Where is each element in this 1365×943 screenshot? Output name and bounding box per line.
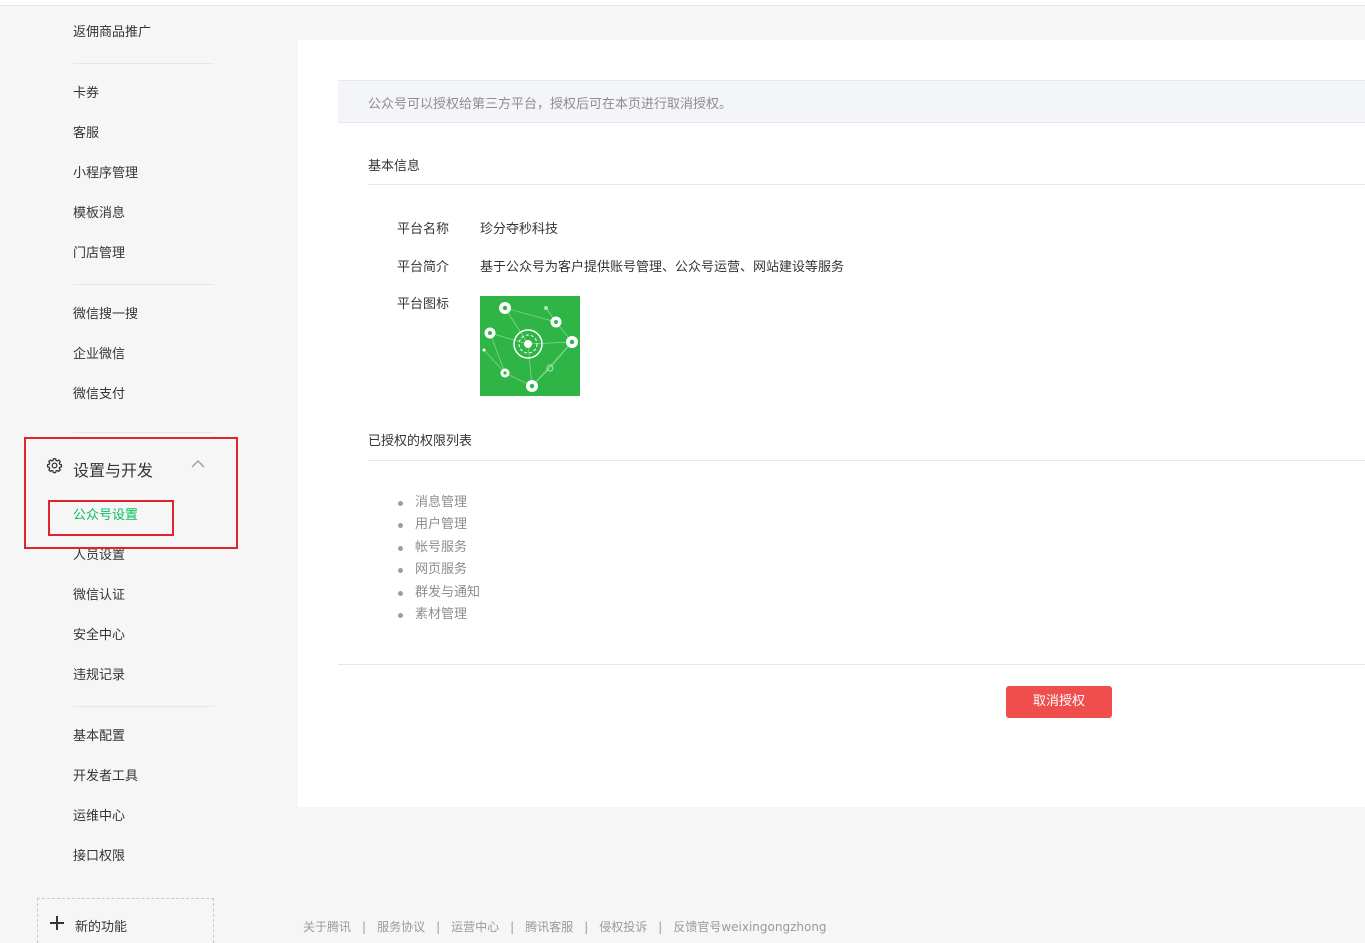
sidebar-item-api-permissions[interactable]: 接口权限	[73, 849, 125, 865]
sidebar-item-security[interactable]: 安全中心	[73, 628, 125, 644]
footer-link-infringement[interactable]: 侵权投诉	[599, 920, 647, 934]
platform-name-value: 珍分夺秒科技	[480, 222, 559, 237]
permissions-title: 已授权的权限列表	[368, 434, 473, 449]
sidebar-item-wechat-search[interactable]: 微信搜一搜	[73, 307, 138, 323]
sidebar-item-personnel[interactable]: 人员设置	[73, 548, 125, 564]
sidebar-item-customer-service[interactable]: 客服	[73, 126, 99, 142]
permissions-list: 消息管理 用户管理 帐号服务 网页服务 群发与通知 素材管理	[398, 492, 480, 626]
sidebar-item-template-message[interactable]: 模板消息	[73, 206, 125, 222]
footer-separator: |	[362, 920, 367, 934]
sidebar-item-ops-center[interactable]: 运维中心	[73, 809, 125, 825]
permission-item: 素材管理	[398, 604, 480, 626]
new-feature-label: 新的功能	[75, 920, 128, 935]
footer-link-support[interactable]: 腾讯客服	[525, 920, 573, 934]
sidebar-divider	[73, 432, 214, 433]
platform-icon	[480, 296, 580, 396]
footer-separator: |	[658, 920, 663, 934]
highlight-box-item	[48, 500, 174, 536]
network-logo-icon	[482, 302, 578, 392]
sidebar-item-developer-tools[interactable]: 开发者工具	[73, 769, 138, 785]
section-divider	[338, 664, 1365, 665]
permission-item: 帐号服务	[398, 537, 480, 559]
sidebar-item-verification[interactable]: 微信认证	[73, 588, 125, 604]
platform-name-label: 平台名称	[397, 222, 450, 237]
platform-icon-label: 平台图标	[397, 297, 450, 312]
footer-link-about[interactable]: 关于腾讯	[303, 920, 351, 934]
sidebar-divider	[73, 284, 214, 285]
main-panel: 公众号可以授权给第三方平台，授权后可在本页进行取消授权。 基本信息 平台名称 珍…	[298, 40, 1365, 807]
sidebar-item-wechat-pay[interactable]: 微信支付	[73, 387, 125, 403]
plus-icon	[50, 916, 64, 930]
sidebar: 返佣商品推广 卡券 客服 小程序管理 模板消息 门店管理 微信搜一搜 企业微信 …	[0, 0, 260, 943]
section-divider	[368, 460, 1365, 461]
platform-intro-value: 基于公众号为客户提供账号管理、公众号运营、网站建设等服务	[480, 260, 845, 275]
footer: 关于腾讯 | 服务协议 | 运营中心 | 腾讯客服 | 侵权投诉 | 反馈官号weixingongz…	[303, 918, 827, 935]
cancel-authorization-button[interactable]: 取消授权	[1006, 686, 1112, 718]
permission-item: 用户管理	[398, 514, 480, 536]
footer-separator: |	[436, 920, 441, 934]
sidebar-item-work-wechat[interactable]: 企业微信	[73, 347, 125, 363]
footer-separator: |	[510, 920, 515, 934]
footer-separator: |	[584, 920, 589, 934]
new-feature-button[interactable]: 新的功能	[37, 898, 214, 943]
notice-bar: 公众号可以授权给第三方平台，授权后可在本页进行取消授权。	[338, 80, 1365, 123]
section-divider	[368, 184, 1365, 185]
permission-item: 网页服务	[398, 559, 480, 581]
sidebar-item-store[interactable]: 门店管理	[73, 246, 125, 262]
footer-link-ops-center[interactable]: 运营中心	[451, 920, 499, 934]
sidebar-item-miniprogram[interactable]: 小程序管理	[73, 166, 138, 182]
sidebar-item-rebate-promotion[interactable]: 返佣商品推广	[73, 25, 151, 41]
permission-item: 群发与通知	[398, 582, 480, 604]
sidebar-divider	[73, 706, 214, 707]
basic-info-title: 基本信息	[368, 159, 421, 174]
permission-item: 消息管理	[398, 492, 480, 514]
footer-link-agreement[interactable]: 服务协议	[377, 920, 425, 934]
footer-link-feedback[interactable]: 反馈官号weixingongzhong	[673, 920, 826, 934]
sidebar-item-violations[interactable]: 违规记录	[73, 668, 125, 684]
sidebar-item-basic-config[interactable]: 基本配置	[73, 729, 125, 745]
sidebar-divider	[73, 63, 214, 64]
platform-intro-label: 平台简介	[397, 260, 450, 275]
notice-text: 公众号可以授权给第三方平台，授权后可在本页进行取消授权。	[368, 97, 733, 112]
sidebar-item-cards[interactable]: 卡券	[73, 86, 99, 102]
